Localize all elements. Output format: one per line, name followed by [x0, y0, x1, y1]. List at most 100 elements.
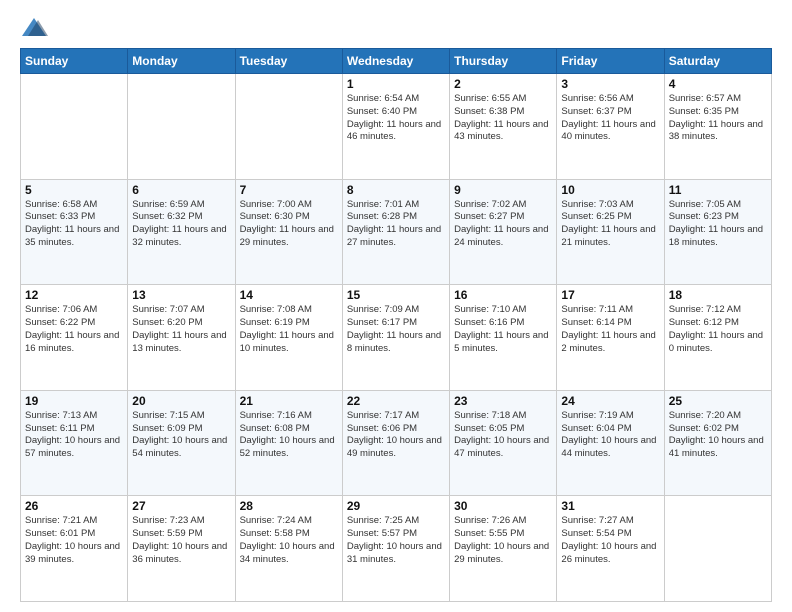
- day-info: Sunrise: 7:06 AM Sunset: 6:22 PM Dayligh…: [25, 304, 123, 355]
- day-info: Sunrise: 7:12 AM Sunset: 6:12 PM Dayligh…: [669, 304, 767, 355]
- day-number: 7: [240, 183, 338, 197]
- day-number: 27: [132, 499, 230, 513]
- week-row-2: 5 Sunrise: 6:58 AM Sunset: 6:33 PM Daylig…: [21, 179, 772, 285]
- day-number: 30: [454, 499, 552, 513]
- calendar-cell: 4 Sunrise: 6:57 AM Sunset: 6:35 PM Daylig…: [664, 74, 771, 180]
- calendar-cell: [235, 74, 342, 180]
- week-row-5: 26Sunrise: 7:21 AM Sunset: 6:01 PM Dayli…: [21, 496, 772, 602]
- day-number: 5: [25, 183, 123, 197]
- day-info: Sunrise: 7:16 AM Sunset: 6:08 PM Dayligh…: [240, 410, 338, 461]
- calendar-cell: 2Sunrise: 6:55 AM Sunset: 6:38 PM Daylig…: [450, 74, 557, 180]
- day-number: 13: [132, 288, 230, 302]
- day-number: 17: [561, 288, 659, 302]
- day-info: Sunrise: 7:26 AM Sunset: 5:55 PM Dayligh…: [454, 515, 552, 566]
- calendar-cell: [664, 496, 771, 602]
- day-info: Sunrise: 7:18 AM Sunset: 6:05 PM Dayligh…: [454, 410, 552, 461]
- day-number: 21: [240, 394, 338, 408]
- day-info: Sunrise: 7:05 AM Sunset: 6:23 PM Dayligh…: [669, 199, 767, 250]
- calendar-cell: 25 Sunrise: 7:20 AM Sunset: 6:02 PM Dayli…: [664, 390, 771, 496]
- day-info: Sunrise: 7:08 AM Sunset: 6:19 PM Dayligh…: [240, 304, 338, 355]
- calendar-table: SundayMondayTuesdayWednesdayThursdayFrid…: [20, 48, 772, 602]
- week-row-4: 19Sunrise: 7:13 AM Sunset: 6:11 PM Dayli…: [21, 390, 772, 496]
- day-info: Sunrise: 6:58 AM Sunset: 6:33 PM Dayligh…: [25, 199, 123, 250]
- day-info: Sunrise: 7:23 AM Sunset: 5:59 PM Dayligh…: [132, 515, 230, 566]
- day-info: Sunrise: 7:24 AM Sunset: 5:58 PM Dayligh…: [240, 515, 338, 566]
- day-number: 11: [669, 183, 767, 197]
- calendar-cell: 27 Sunrise: 7:23 AM Sunset: 5:59 PM Dayli…: [128, 496, 235, 602]
- day-info: Sunrise: 7:20 AM Sunset: 6:02 PM Dayligh…: [669, 410, 767, 461]
- day-number: 29: [347, 499, 445, 513]
- day-info: Sunrise: 6:57 AM Sunset: 6:35 PM Dayligh…: [669, 93, 767, 144]
- weekday-header-monday: Monday: [128, 49, 235, 74]
- calendar-cell: 24Sunrise: 7:19 AM Sunset: 6:04 PM Dayli…: [557, 390, 664, 496]
- calendar-cell: [128, 74, 235, 180]
- page: SundayMondayTuesdayWednesdayThursdayFrid…: [0, 0, 792, 612]
- weekday-header-row: SundayMondayTuesdayWednesdayThursdayFrid…: [21, 49, 772, 74]
- calendar-cell: 6 Sunrise: 6:59 AM Sunset: 6:32 PM Daylig…: [128, 179, 235, 285]
- weekday-header-friday: Friday: [557, 49, 664, 74]
- calendar-cell: 17 Sunrise: 7:11 AM Sunset: 6:14 PM Dayli…: [557, 285, 664, 391]
- day-number: 6: [132, 183, 230, 197]
- day-number: 2: [454, 77, 552, 91]
- day-info: Sunrise: 7:09 AM Sunset: 6:17 PM Dayligh…: [347, 304, 445, 355]
- calendar-cell: 14 Sunrise: 7:08 AM Sunset: 6:19 PM Dayli…: [235, 285, 342, 391]
- calendar-cell: 12Sunrise: 7:06 AM Sunset: 6:22 PM Dayli…: [21, 285, 128, 391]
- logo-icon: [20, 16, 48, 40]
- day-number: 31: [561, 499, 659, 513]
- day-number: 1: [347, 77, 445, 91]
- day-number: 9: [454, 183, 552, 197]
- day-info: Sunrise: 7:11 AM Sunset: 6:14 PM Dayligh…: [561, 304, 659, 355]
- calendar-cell: 19Sunrise: 7:13 AM Sunset: 6:11 PM Dayli…: [21, 390, 128, 496]
- day-number: 19: [25, 394, 123, 408]
- day-info: Sunrise: 6:56 AM Sunset: 6:37 PM Dayligh…: [561, 93, 659, 144]
- weekday-header-wednesday: Wednesday: [342, 49, 449, 74]
- day-info: Sunrise: 7:01 AM Sunset: 6:28 PM Dayligh…: [347, 199, 445, 250]
- day-number: 4: [669, 77, 767, 91]
- calendar-cell: 23 Sunrise: 7:18 AM Sunset: 6:05 PM Dayli…: [450, 390, 557, 496]
- weekday-header-sunday: Sunday: [21, 49, 128, 74]
- day-number: 23: [454, 394, 552, 408]
- day-number: 10: [561, 183, 659, 197]
- day-info: Sunrise: 6:54 AM Sunset: 6:40 PM Dayligh…: [347, 93, 445, 144]
- day-number: 3: [561, 77, 659, 91]
- day-info: Sunrise: 7:10 AM Sunset: 6:16 PM Dayligh…: [454, 304, 552, 355]
- weekday-header-thursday: Thursday: [450, 49, 557, 74]
- week-row-3: 12Sunrise: 7:06 AM Sunset: 6:22 PM Dayli…: [21, 285, 772, 391]
- calendar-cell: 8 Sunrise: 7:01 AM Sunset: 6:28 PM Daylig…: [342, 179, 449, 285]
- day-info: Sunrise: 7:07 AM Sunset: 6:20 PM Dayligh…: [132, 304, 230, 355]
- calendar-cell: 1 Sunrise: 6:54 AM Sunset: 6:40 PM Daylig…: [342, 74, 449, 180]
- day-number: 25: [669, 394, 767, 408]
- calendar-cell: 22 Sunrise: 7:17 AM Sunset: 6:06 PM Dayli…: [342, 390, 449, 496]
- day-info: Sunrise: 7:02 AM Sunset: 6:27 PM Dayligh…: [454, 199, 552, 250]
- day-number: 18: [669, 288, 767, 302]
- calendar-cell: 26Sunrise: 7:21 AM Sunset: 6:01 PM Dayli…: [21, 496, 128, 602]
- week-row-1: 1 Sunrise: 6:54 AM Sunset: 6:40 PM Daylig…: [21, 74, 772, 180]
- header: [20, 16, 772, 40]
- calendar-cell: 31Sunrise: 7:27 AM Sunset: 5:54 PM Dayli…: [557, 496, 664, 602]
- calendar-cell: 15 Sunrise: 7:09 AM Sunset: 6:17 PM Dayli…: [342, 285, 449, 391]
- calendar-cell: 11 Sunrise: 7:05 AM Sunset: 6:23 PM Dayli…: [664, 179, 771, 285]
- calendar-cell: 21 Sunrise: 7:16 AM Sunset: 6:08 PM Dayli…: [235, 390, 342, 496]
- calendar-cell: 10 Sunrise: 7:03 AM Sunset: 6:25 PM Dayli…: [557, 179, 664, 285]
- day-number: 24: [561, 394, 659, 408]
- weekday-header-saturday: Saturday: [664, 49, 771, 74]
- calendar-cell: 3 Sunrise: 6:56 AM Sunset: 6:37 PM Daylig…: [557, 74, 664, 180]
- calendar-cell: 5 Sunrise: 6:58 AM Sunset: 6:33 PM Daylig…: [21, 179, 128, 285]
- day-number: 20: [132, 394, 230, 408]
- day-info: Sunrise: 7:17 AM Sunset: 6:06 PM Dayligh…: [347, 410, 445, 461]
- day-info: Sunrise: 6:59 AM Sunset: 6:32 PM Dayligh…: [132, 199, 230, 250]
- calendar-cell: [21, 74, 128, 180]
- calendar-cell: 20 Sunrise: 7:15 AM Sunset: 6:09 PM Dayli…: [128, 390, 235, 496]
- day-info: Sunrise: 7:15 AM Sunset: 6:09 PM Dayligh…: [132, 410, 230, 461]
- day-number: 15: [347, 288, 445, 302]
- day-number: 8: [347, 183, 445, 197]
- calendar-cell: 13 Sunrise: 7:07 AM Sunset: 6:20 PM Dayli…: [128, 285, 235, 391]
- calendar-cell: 30 Sunrise: 7:26 AM Sunset: 5:55 PM Dayli…: [450, 496, 557, 602]
- logo: [20, 16, 52, 40]
- day-info: Sunrise: 7:25 AM Sunset: 5:57 PM Dayligh…: [347, 515, 445, 566]
- day-info: Sunrise: 7:03 AM Sunset: 6:25 PM Dayligh…: [561, 199, 659, 250]
- day-number: 22: [347, 394, 445, 408]
- day-number: 14: [240, 288, 338, 302]
- calendar-cell: 28Sunrise: 7:24 AM Sunset: 5:58 PM Dayli…: [235, 496, 342, 602]
- day-info: Sunrise: 7:00 AM Sunset: 6:30 PM Dayligh…: [240, 199, 338, 250]
